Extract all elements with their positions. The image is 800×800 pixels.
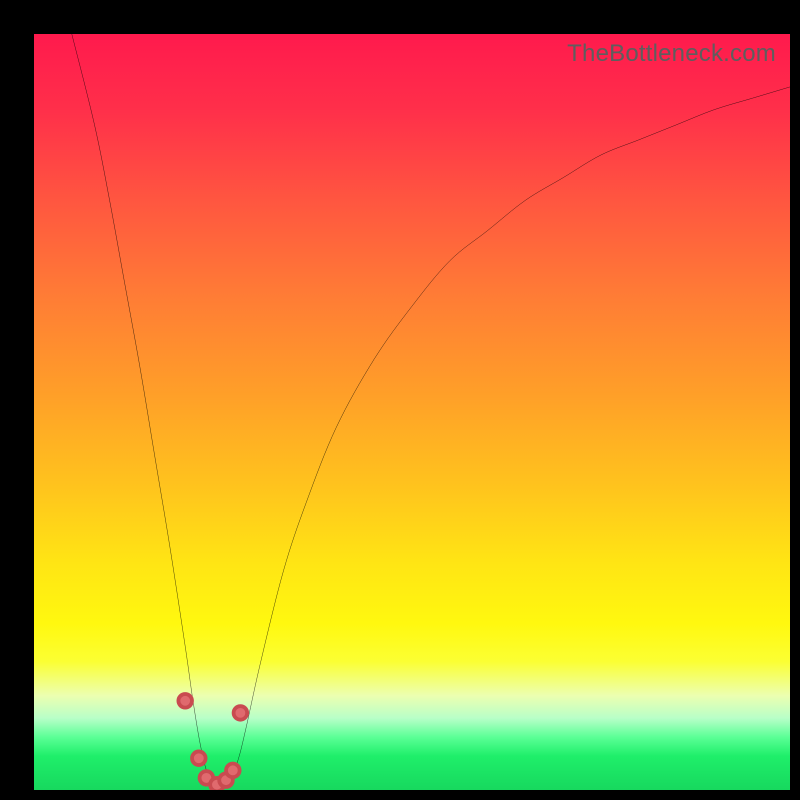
curve-layer xyxy=(34,34,790,790)
marker-point xyxy=(234,706,248,720)
plot-area: TheBottleneck.com xyxy=(34,34,790,790)
marker-point xyxy=(192,751,206,765)
marker-point xyxy=(226,764,240,778)
chart-frame: TheBottleneck.com xyxy=(0,0,800,800)
bottleneck-curve xyxy=(72,34,790,787)
watermark-text: TheBottleneck.com xyxy=(567,40,776,68)
marker-point xyxy=(178,694,192,708)
curve-markers xyxy=(178,694,247,790)
